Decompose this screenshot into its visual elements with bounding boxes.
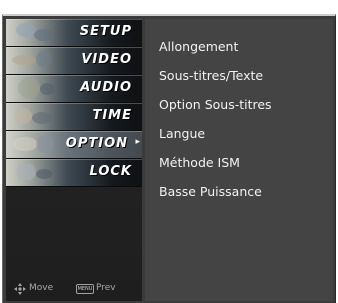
menu-item-setup[interactable]: SETUP — [6, 19, 142, 47]
option-submenu-panel: Allongement Sous-titres/Texte Option Sou… — [145, 19, 333, 301]
lock-thumbnail-icon — [6, 159, 68, 186]
menu-item-lock[interactable]: LOCK — [6, 159, 142, 187]
menu-label-time: TIME — [92, 108, 132, 123]
menu-item-time[interactable]: TIME — [6, 103, 142, 131]
move-arrows-icon — [14, 283, 26, 295]
menu-item-video[interactable]: VIDEO — [6, 47, 142, 75]
main-menu: SETUP VIDEO AUDIO TIME OPTION ▸ LOCK Mov… — [6, 19, 142, 301]
option-item-subtitles-text[interactable]: Sous-titres/Texte — [159, 68, 263, 83]
osd-window: SETUP VIDEO AUDIO TIME OPTION ▸ LOCK Mov… — [2, 14, 336, 303]
menu-item-option[interactable]: OPTION ▸ — [6, 131, 142, 159]
navigation-hint-bar: Move MENU Prev — [10, 281, 140, 297]
menu-label-lock: LOCK — [89, 164, 132, 179]
option-item-allongement[interactable]: Allongement — [159, 39, 238, 54]
option-item-low-power[interactable]: Basse Puissance — [159, 184, 262, 199]
prev-hint-label: Prev — [96, 283, 116, 293]
option-item-subtitle-option[interactable]: Option Sous-titres — [159, 97, 272, 112]
audio-thumbnail-icon — [6, 75, 68, 102]
option-thumbnail-icon — [6, 131, 68, 158]
menu-label-audio: AUDIO — [80, 80, 132, 95]
video-thumbnail-icon — [6, 47, 68, 74]
menu-key-icon: MENU — [76, 284, 94, 294]
menu-label-video: VIDEO — [81, 52, 132, 67]
time-thumbnail-icon — [6, 103, 68, 130]
submenu-arrow-icon: ▸ — [135, 137, 140, 147]
menu-label-setup: SETUP — [79, 24, 132, 39]
move-hint-label: Move — [29, 283, 54, 293]
option-item-language[interactable]: Langue — [159, 126, 205, 141]
option-item-ism-method[interactable]: Méthode ISM — [159, 155, 240, 170]
menu-label-option: OPTION — [65, 136, 128, 151]
setup-thumbnail-icon — [6, 19, 68, 46]
menu-item-audio[interactable]: AUDIO — [6, 75, 142, 103]
